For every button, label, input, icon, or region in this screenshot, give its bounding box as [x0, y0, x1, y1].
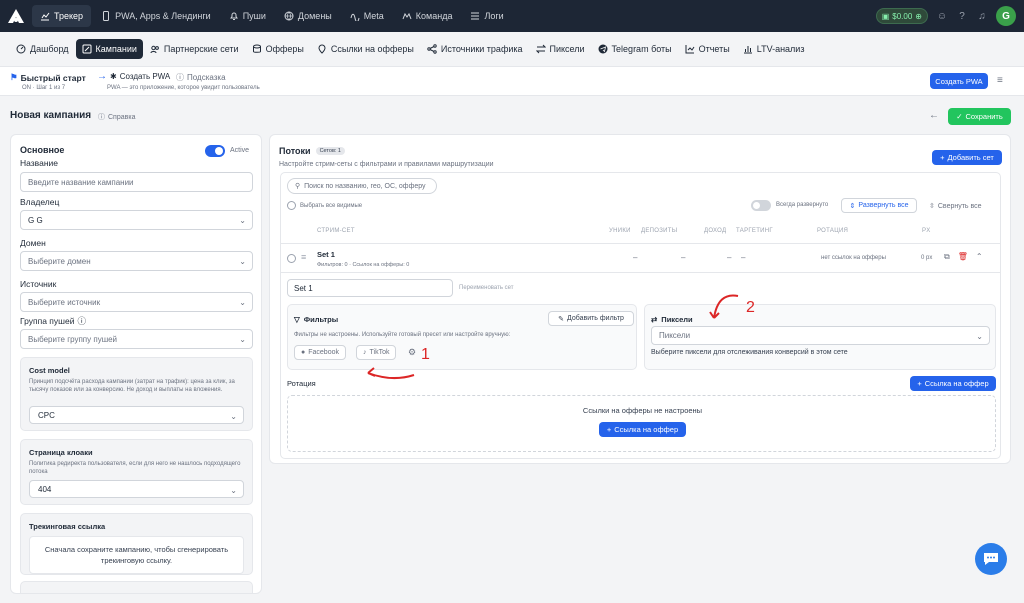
chat-button[interactable] — [975, 543, 1007, 575]
app-root: Трекер PWA, Apps & Лендинги Пуши Домены … — [0, 0, 1024, 603]
chat-bubble-icon — [984, 553, 998, 565]
annotation-number-1: 1 — [421, 346, 430, 363]
annotation-arrow-1-head — [367, 367, 376, 377]
annotation-arrows — [367, 294, 739, 379]
annotation-number-2: 2 — [746, 299, 755, 316]
